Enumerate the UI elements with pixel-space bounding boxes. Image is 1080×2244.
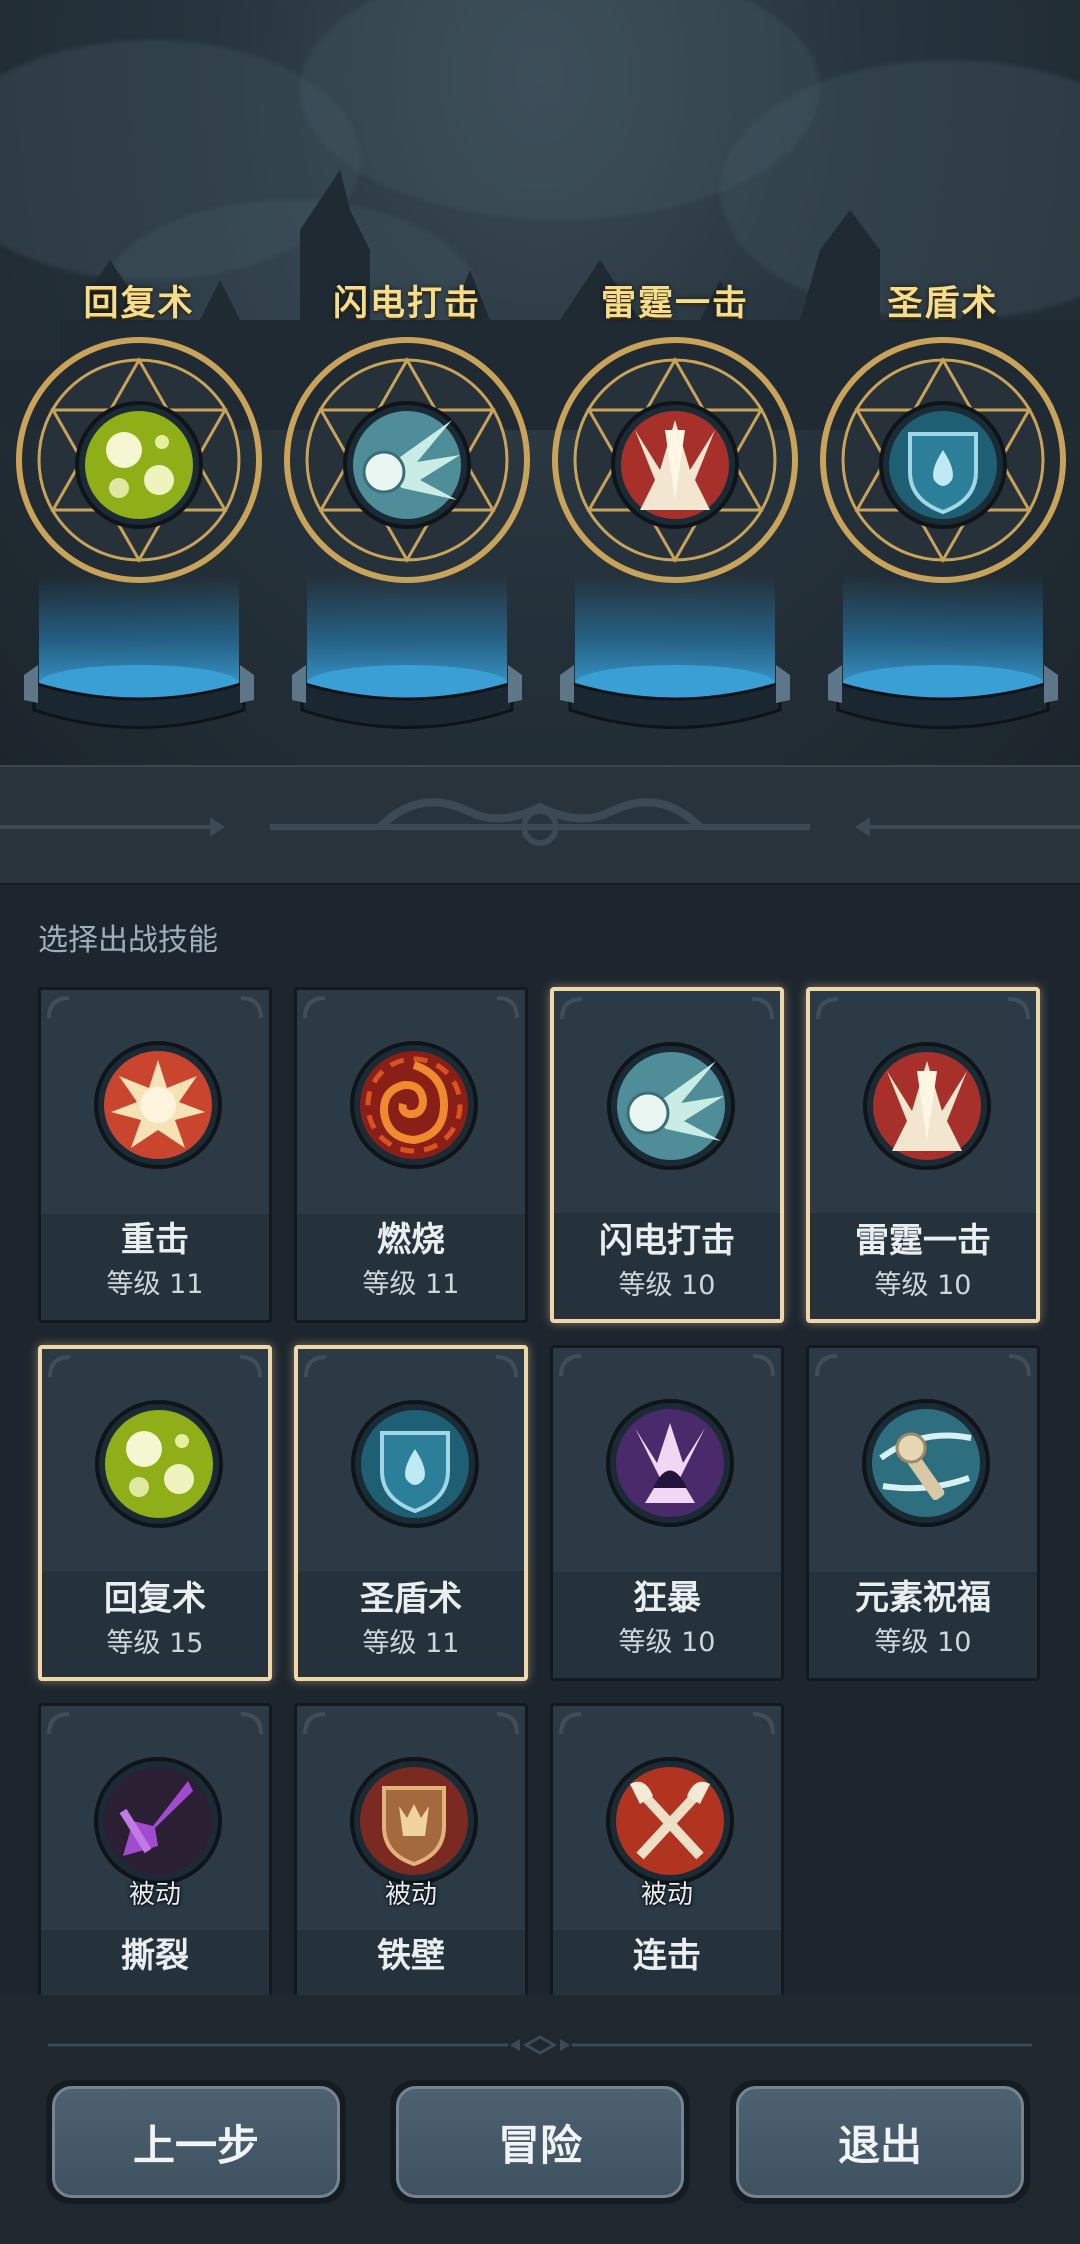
skill-level: 等级 11 bbox=[362, 1269, 460, 1300]
skill-name: 狂暴 bbox=[633, 1578, 701, 1618]
skill-name: 撕裂 bbox=[121, 1936, 189, 1976]
prev-step-button[interactable]: 上一步 bbox=[46, 2080, 346, 2204]
exit-label: 退出 bbox=[736, 2086, 1024, 2198]
iron-wall-icon bbox=[350, 1757, 478, 1885]
bottom-action-bar: 上一步 冒险 退出 bbox=[0, 1995, 1080, 2244]
equipped-slot-title: 回复术 bbox=[83, 284, 195, 324]
equipped-slot-2[interactable]: 闪电打击 bbox=[282, 275, 532, 735]
skill-name: 铁壁 bbox=[377, 1936, 445, 1976]
pedestal bbox=[24, 665, 254, 729]
skill-name: 元素祝福 bbox=[855, 1578, 991, 1618]
burn-icon bbox=[350, 1041, 478, 1169]
skill-name: 连击 bbox=[633, 1936, 701, 1976]
corner-ornament-icon bbox=[752, 1712, 775, 1735]
thunder-strike-icon bbox=[863, 1042, 991, 1170]
pedestal bbox=[828, 665, 1058, 729]
corner-ornament-icon bbox=[303, 1712, 326, 1735]
skill-level: 等级 15 bbox=[106, 1628, 204, 1659]
passive-tag: 被动 bbox=[640, 1880, 693, 1910]
holy-shield-icon bbox=[351, 1400, 479, 1528]
skill-level: 等级 10 bbox=[874, 1270, 972, 1301]
corner-ornament-icon bbox=[495, 1355, 518, 1378]
equipped-slot-title: 圣盾术 bbox=[887, 284, 999, 324]
corner-ornament-icon bbox=[751, 997, 774, 1020]
skill-name: 回复术 bbox=[104, 1579, 206, 1619]
corner-ornament-icon bbox=[815, 1354, 838, 1377]
skill-card-thunder-strike[interactable]: 雷霆一击 等级 10 bbox=[806, 987, 1040, 1323]
equipped-slot-title: 闪电打击 bbox=[332, 284, 481, 324]
corner-ornament-icon bbox=[304, 1355, 327, 1378]
pedestal bbox=[560, 665, 790, 729]
equipped-slot-title: 雷霆一击 bbox=[600, 284, 749, 324]
corner-ornament-icon bbox=[47, 996, 70, 1019]
corner-ornament-icon bbox=[1008, 1354, 1031, 1377]
skill-card-iron-wall[interactable]: 被动 铁壁 bbox=[294, 1703, 528, 1995]
skill-card-elemental-blessing[interactable]: 元素祝福 等级 10 bbox=[806, 1345, 1040, 1681]
skill-name: 圣盾术 bbox=[360, 1579, 462, 1619]
skill-card-burn[interactable]: 燃烧 等级 11 bbox=[294, 987, 528, 1323]
combo-icon bbox=[606, 1757, 734, 1885]
corner-ornament-icon bbox=[240, 996, 263, 1019]
ornament-scroll-icon bbox=[0, 798, 1080, 846]
heal-icon bbox=[95, 1400, 223, 1528]
heavy-strike-icon bbox=[94, 1041, 222, 1169]
skill-level: 等级 10 bbox=[618, 1627, 716, 1658]
passive-tag: 被动 bbox=[384, 1880, 437, 1910]
skill-name: 雷霆一击 bbox=[855, 1221, 991, 1261]
prev-step-label: 上一步 bbox=[52, 2086, 340, 2198]
skill-card-lightning-strike[interactable]: 闪电打击 等级 10 bbox=[550, 987, 784, 1323]
skill-card-holy-shield[interactable]: 圣盾术 等级 11 bbox=[294, 1345, 528, 1681]
skill-card-heal[interactable]: 回复术 等级 15 bbox=[38, 1345, 272, 1681]
equipped-slot-4[interactable]: 圣盾术 bbox=[818, 275, 1068, 735]
skill-level: 等级 10 bbox=[874, 1627, 972, 1658]
skill-level: 等级 11 bbox=[106, 1269, 204, 1300]
skill-list[interactable]: 重击 等级 11 燃烧 等级 11 闪电打击 等级 10 雷霆一击 等级 10 … bbox=[0, 975, 1080, 1995]
pedestal bbox=[292, 665, 522, 729]
corner-ornament-icon bbox=[559, 1354, 582, 1377]
corner-ornament-icon bbox=[496, 996, 519, 1019]
rend-icon bbox=[94, 1757, 222, 1885]
corner-ornament-icon bbox=[240, 1712, 263, 1735]
adventure-button[interactable]: 冒险 bbox=[390, 2080, 690, 2204]
corner-ornament-icon bbox=[1007, 997, 1030, 1020]
corner-ornament-icon bbox=[47, 1712, 70, 1735]
heal-icon bbox=[75, 401, 203, 529]
corner-ornament-icon bbox=[559, 1712, 582, 1735]
berserk-icon bbox=[606, 1399, 734, 1527]
skill-name: 重击 bbox=[121, 1220, 189, 1260]
lightning-strike-icon bbox=[343, 401, 471, 529]
elemental-blessing-icon bbox=[862, 1399, 990, 1527]
skill-level: 等级 10 bbox=[618, 1270, 716, 1301]
ornament-divider bbox=[0, 765, 1080, 885]
corner-ornament-icon bbox=[303, 996, 326, 1019]
exit-button[interactable]: 退出 bbox=[730, 2080, 1030, 2204]
adventure-label: 冒险 bbox=[396, 2086, 684, 2198]
holy-shield-icon bbox=[879, 401, 1007, 529]
skill-name: 燃烧 bbox=[377, 1220, 445, 1260]
passive-tag: 被动 bbox=[128, 1880, 181, 1910]
skill-card-heavy-strike[interactable]: 重击 等级 11 bbox=[38, 987, 272, 1323]
skill-card-berserk[interactable]: 狂暴 等级 10 bbox=[550, 1345, 784, 1681]
section-label: 选择出战技能 bbox=[38, 923, 218, 958]
skill-level: 等级 11 bbox=[362, 1628, 460, 1659]
divider-line bbox=[48, 2035, 1032, 2055]
thunder-strike-icon bbox=[611, 401, 739, 529]
equipped-slot-1[interactable]: 回复术 bbox=[14, 275, 264, 735]
skill-card-combo[interactable]: 被动 连击 bbox=[550, 1703, 784, 1995]
skill-card-rend[interactable]: 被动 撕裂 bbox=[38, 1703, 272, 1995]
equipped-skills-scene: 回复术 闪电打击 雷霆一击 圣盾术 bbox=[0, 0, 1080, 770]
lightning-strike-icon bbox=[607, 1042, 735, 1170]
corner-ornament-icon bbox=[752, 1354, 775, 1377]
skill-name: 闪电打击 bbox=[599, 1221, 735, 1261]
equipped-slot-3[interactable]: 雷霆一击 bbox=[550, 275, 800, 735]
corner-ornament-icon bbox=[816, 997, 839, 1020]
corner-ornament-icon bbox=[560, 997, 583, 1020]
corner-ornament-icon bbox=[496, 1712, 519, 1735]
corner-ornament-icon bbox=[48, 1355, 71, 1378]
corner-ornament-icon bbox=[239, 1355, 262, 1378]
